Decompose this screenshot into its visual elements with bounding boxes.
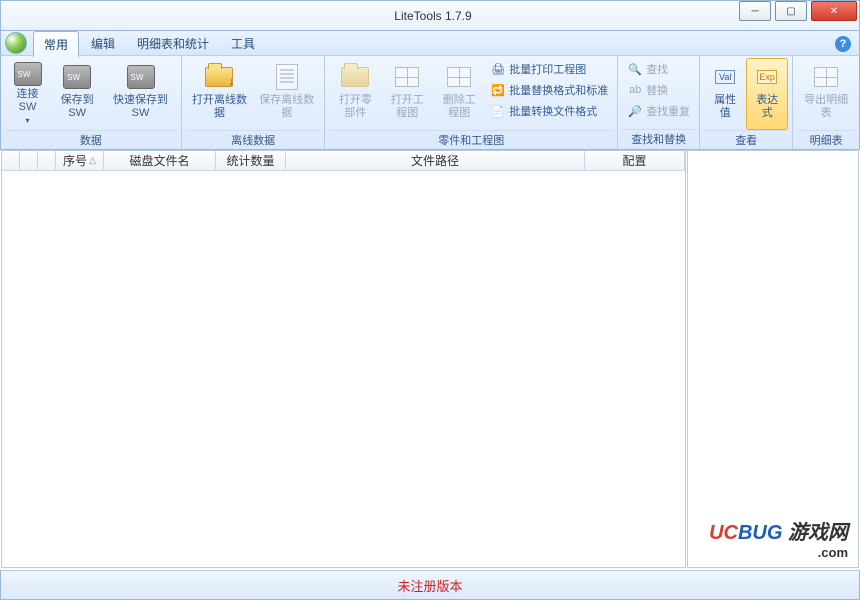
close-button[interactable]: ✕ <box>811 1 857 21</box>
col-config[interactable]: 配置 <box>585 151 685 170</box>
col-blank2[interactable] <box>20 151 38 170</box>
link-sw-icon <box>13 62 43 86</box>
replace-button[interactable]: ab替换 <box>625 81 692 99</box>
col-index[interactable]: 序号△ <box>56 151 104 170</box>
ribbon: 连接SW ▾ 保存到SW 快速保存到SW 数据 打开离线数据 保存离线数据 <box>0 56 860 150</box>
save-offline-button[interactable]: 保存离线数据 <box>253 58 320 130</box>
group-find-label: 查找和替换 <box>622 129 695 149</box>
window-controls: ─ ▢ ✕ <box>737 1 859 30</box>
group-data: 连接SW ▾ 保存到SW 快速保存到SW 数据 <box>1 56 182 149</box>
status-bar: 未注册版本 <box>0 570 860 600</box>
find-icon: 🔍 <box>627 61 643 77</box>
export-icon <box>811 62 841 92</box>
side-panel <box>687 150 859 568</box>
delete-drawing-button[interactable]: 删除工程图 <box>433 58 485 130</box>
group-parts-label: 零件和工程图 <box>329 130 613 150</box>
batch-replace-button[interactable]: 🔁批量替换格式和标准 <box>488 81 610 99</box>
maximize-button[interactable]: ▢ <box>775 1 807 21</box>
data-table[interactable]: 序号△ 磁盘文件名 统计数量 文件路径 配置 <box>1 150 686 568</box>
open-part-button[interactable]: 打开零部件 <box>329 58 381 130</box>
batch-convert-icon: 📄 <box>490 103 506 119</box>
expression-button[interactable]: Exp 表达式 <box>746 58 788 130</box>
table-header: 序号△ 磁盘文件名 统计数量 文件路径 配置 <box>2 151 685 171</box>
delete-drawing-icon <box>444 62 474 92</box>
menu-bar: 常用 编辑 明细表和统计 工具 ? <box>0 30 860 56</box>
window-title: LiteTools 1.7.9 <box>7 9 859 23</box>
tab-common[interactable]: 常用 <box>33 31 79 58</box>
save-sw-icon <box>62 62 92 92</box>
group-data-label: 数据 <box>5 130 177 150</box>
col-blank3[interactable] <box>38 151 56 170</box>
dropdown-icon: ▾ <box>26 114 30 127</box>
open-offline-button[interactable]: 打开离线数据 <box>186 58 253 130</box>
value-icon: Val <box>710 62 740 92</box>
expression-icon: Exp <box>752 62 782 92</box>
group-find: 🔍查找 ab替换 🔎查找重复 查找和替换 <box>618 56 700 149</box>
col-count[interactable]: 统计数量 <box>216 151 286 170</box>
title-bar: LiteTools 1.7.9 ─ ▢ ✕ <box>0 0 860 30</box>
value-button[interactable]: Val 属性值 <box>704 58 746 130</box>
batch-convert-button[interactable]: 📄批量转换文件格式 <box>488 102 610 120</box>
connect-sw-button[interactable]: 连接SW ▾ <box>5 58 50 130</box>
open-offline-icon <box>204 62 234 92</box>
find-dup-button[interactable]: 🔎查找重复 <box>625 102 692 120</box>
batch-print-button[interactable]: 🖨批量打印工程图 <box>488 60 610 78</box>
export-bom-button[interactable]: 导出明细表 <box>797 58 855 130</box>
open-drawing-button[interactable]: 打开工程图 <box>381 58 433 130</box>
app-icon <box>5 32 27 54</box>
sort-asc-icon: △ <box>89 155 96 166</box>
group-offline: 打开离线数据 保存离线数据 离线数据 <box>182 56 326 149</box>
group-offline-label: 离线数据 <box>186 130 321 150</box>
replace-icon: ab <box>627 82 643 98</box>
open-part-icon <box>340 62 370 92</box>
group-view-label: 查看 <box>704 130 788 150</box>
group-bom-label: 明细表 <box>797 130 855 150</box>
minimize-button[interactable]: ─ <box>739 1 771 21</box>
quicksave-sw-icon <box>126 62 156 92</box>
group-view: Val 属性值 Exp 表达式 查看 <box>700 56 793 149</box>
batch-replace-icon: 🔁 <box>490 82 506 98</box>
help-icon[interactable]: ? <box>835 36 851 52</box>
tab-edit[interactable]: 编辑 <box>81 31 125 56</box>
tab-tools[interactable]: 工具 <box>221 31 265 56</box>
group-bom: 导出明细表 明细表 <box>793 56 859 149</box>
batch-print-icon: 🖨 <box>490 61 506 77</box>
open-drawing-icon <box>392 62 422 92</box>
col-filename[interactable]: 磁盘文件名 <box>104 151 216 170</box>
group-parts: 打开零部件 打开工程图 删除工程图 🖨批量打印工程图 🔁批量替换格式和标准 📄批… <box>325 56 618 149</box>
status-text: 未注册版本 <box>397 576 462 595</box>
col-blank1[interactable] <box>2 151 20 170</box>
save-to-sw-button[interactable]: 保存到SW <box>50 58 104 130</box>
save-offline-icon <box>272 62 302 92</box>
find-dup-icon: 🔎 <box>627 103 643 119</box>
tab-bom[interactable]: 明细表和统计 <box>127 31 219 56</box>
quicksave-sw-button[interactable]: 快速保存到SW <box>104 58 177 130</box>
find-button[interactable]: 🔍查找 <box>625 60 692 78</box>
col-path[interactable]: 文件路径 <box>286 151 585 170</box>
